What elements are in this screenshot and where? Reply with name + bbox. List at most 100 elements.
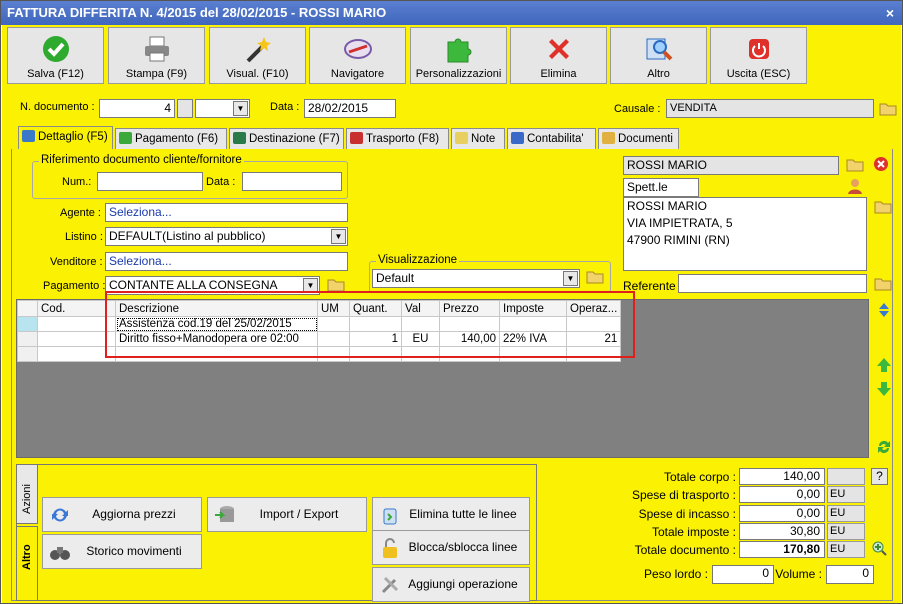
toolbar-label: Altro bbox=[647, 68, 670, 80]
totale-corpo-label: Totale corpo : bbox=[663, 470, 736, 484]
grid-cell[interactable] bbox=[37, 346, 116, 362]
totale-corpo-value: 140,00 bbox=[739, 468, 825, 485]
listino-label: Listino : bbox=[65, 231, 103, 243]
tab-destinazione[interactable]: Destinazione (F7) bbox=[229, 128, 344, 149]
row-selector[interactable] bbox=[17, 316, 38, 332]
totale-documento-value: 170,80 bbox=[739, 541, 825, 558]
totale-corpo-unit bbox=[827, 468, 865, 485]
toolbar-label: Stampa (F9) bbox=[125, 68, 188, 80]
arrow-up-icon[interactable] bbox=[876, 356, 892, 374]
navigatore-button[interactable]: Navigatore bbox=[309, 27, 406, 84]
listino-select[interactable]: DEFAULT(Listino al pubblico) ▼ bbox=[105, 227, 348, 246]
totale-imposte-value: 30,80 bbox=[739, 523, 825, 540]
close-button[interactable]: × bbox=[886, 1, 894, 25]
chevron-down-icon[interactable]: ▼ bbox=[331, 229, 346, 244]
causale-input[interactable]: VENDITA bbox=[666, 99, 874, 118]
row-selector[interactable] bbox=[17, 346, 38, 362]
altro-button[interactable]: Altro bbox=[610, 27, 707, 84]
puzzle-icon bbox=[447, 38, 471, 63]
help-button[interactable]: ? bbox=[871, 468, 888, 485]
compass-icon bbox=[343, 39, 372, 59]
volume-input[interactable]: 0 bbox=[826, 565, 874, 584]
row-selector[interactable] bbox=[17, 331, 38, 347]
delete-x-icon bbox=[548, 39, 569, 59]
pagamento-value: CONTANTE ALLA CONSEGNA bbox=[109, 278, 278, 292]
rif-data-label: Data : bbox=[206, 176, 236, 188]
tab-label: Pagamento (F6) bbox=[135, 133, 219, 145]
chevron-down-icon[interactable]: ▼ bbox=[563, 271, 578, 286]
uscita-button[interactable]: Uscita (ESC) bbox=[710, 27, 807, 84]
folder-icon[interactable] bbox=[878, 99, 898, 117]
totale-imposte-label: Totale imposte : bbox=[651, 525, 736, 539]
toolbar-label: Navigatore bbox=[330, 68, 385, 80]
blocca-sblocca-linee-button[interactable]: Blocca/sblocca linee bbox=[372, 530, 530, 565]
folder-icon[interactable] bbox=[873, 274, 893, 292]
date-input[interactable]: 28/02/2015 bbox=[304, 99, 396, 118]
highlight-frame bbox=[105, 291, 635, 358]
rif-data-input[interactable] bbox=[242, 172, 342, 191]
tab-dettaglio[interactable]: Dettaglio (F5) bbox=[18, 126, 113, 149]
ndoc-input[interactable]: 4 bbox=[99, 99, 175, 118]
folder-icon[interactable] bbox=[585, 267, 605, 285]
personalizzazioni-button[interactable]: Personalizzazioni bbox=[410, 27, 507, 84]
rif-num-input[interactable] bbox=[97, 172, 203, 191]
tab-documenti[interactable]: Documenti bbox=[598, 128, 679, 149]
ndoc-spin-button[interactable] bbox=[177, 99, 193, 118]
causale-label: Causale : bbox=[614, 103, 661, 115]
spese-trasporto-input[interactable]: 0,00 bbox=[739, 486, 825, 503]
database-import-icon bbox=[215, 506, 234, 522]
folder-icon[interactable] bbox=[873, 197, 893, 215]
spese-incasso-input[interactable]: 0,00 bbox=[739, 505, 825, 522]
visual.-button[interactable]: Visual. (F10) bbox=[209, 27, 306, 84]
column-header[interactable]: Cod. bbox=[37, 300, 116, 317]
swap-icon[interactable] bbox=[876, 438, 892, 456]
cliente-name-field[interactable]: ROSSI MARIO bbox=[623, 156, 839, 175]
elimina-button[interactable]: Elimina bbox=[510, 27, 607, 84]
tab-icon bbox=[22, 130, 35, 142]
window-title: FATTURA DIFFERITA N. 4/2015 del 28/02/20… bbox=[7, 5, 387, 20]
peso-lordo-input[interactable]: 0 bbox=[712, 565, 774, 584]
tab-label: Contabilita' bbox=[527, 133, 584, 145]
aggiungi-operazione-button[interactable]: Aggiungi operazione bbox=[372, 567, 530, 602]
toolbar-label: Visual. (F10) bbox=[226, 68, 289, 80]
folder-icon[interactable] bbox=[845, 155, 865, 173]
tab-trasporto[interactable]: Trasporto (F8) bbox=[346, 128, 449, 149]
tab-note[interactable]: Note bbox=[451, 128, 505, 149]
tab-icon bbox=[455, 132, 468, 144]
referente-input[interactable] bbox=[678, 274, 867, 293]
elimina-tutte-le-linee-button[interactable]: Elimina tutte le linee bbox=[372, 497, 530, 532]
zoom-plus-icon[interactable] bbox=[871, 540, 887, 558]
visualizzazione-select[interactable]: Default ▼ bbox=[372, 269, 580, 288]
rif-legend: Riferimento documento cliente/fornitore bbox=[39, 154, 244, 166]
tab-azioni-label: Azioni bbox=[21, 484, 33, 514]
arrow-up-down-icon[interactable] bbox=[876, 301, 892, 319]
listino-value: DEFAULT(Listino al pubblico) bbox=[109, 229, 266, 243]
venditore-select[interactable]: Seleziona... bbox=[105, 252, 348, 271]
clear-icon[interactable] bbox=[871, 155, 891, 173]
arrow-down-icon[interactable] bbox=[876, 380, 892, 398]
import-export-button[interactable]: Import / Export bbox=[207, 497, 367, 532]
tools-icon bbox=[381, 576, 399, 594]
stampa-button[interactable]: Stampa (F9) bbox=[108, 27, 205, 84]
tab-label: Trasporto (F8) bbox=[366, 133, 440, 145]
grid-cell[interactable] bbox=[37, 316, 116, 332]
ndoc-series-select[interactable]: ▼ bbox=[195, 99, 250, 118]
storico-movimenti-button[interactable]: Storico movimenti bbox=[42, 534, 202, 569]
cliente-address-box[interactable]: ROSSI MARIO VIA IMPIETRATA, 5 47900 RIMI… bbox=[623, 197, 867, 271]
tab-label: Dettaglio (F5) bbox=[38, 131, 108, 143]
refresh-icon bbox=[52, 508, 68, 522]
tab-icon bbox=[350, 132, 363, 144]
chevron-down-icon[interactable]: ▼ bbox=[233, 101, 248, 116]
tab-contabilita[interactable]: Contabilita' bbox=[507, 128, 596, 149]
tab-label: Destinazione (F7) bbox=[249, 133, 340, 145]
salva-button[interactable]: Salva (F12) bbox=[7, 27, 104, 84]
row-header-corner bbox=[17, 300, 38, 317]
user-icon[interactable] bbox=[845, 177, 865, 195]
cliente-title-field[interactable]: Spett.le bbox=[623, 178, 699, 197]
recycle-bin-icon bbox=[383, 508, 397, 525]
spese-incasso-label: Spese di incasso : bbox=[638, 507, 736, 521]
tab-pagamento[interactable]: Pagamento (F6) bbox=[115, 128, 227, 149]
agente-select[interactable]: Seleziona... bbox=[105, 203, 348, 222]
grid-cell[interactable] bbox=[37, 331, 116, 347]
aggiorna-prezzi-button[interactable]: Aggiorna prezzi bbox=[42, 497, 202, 532]
